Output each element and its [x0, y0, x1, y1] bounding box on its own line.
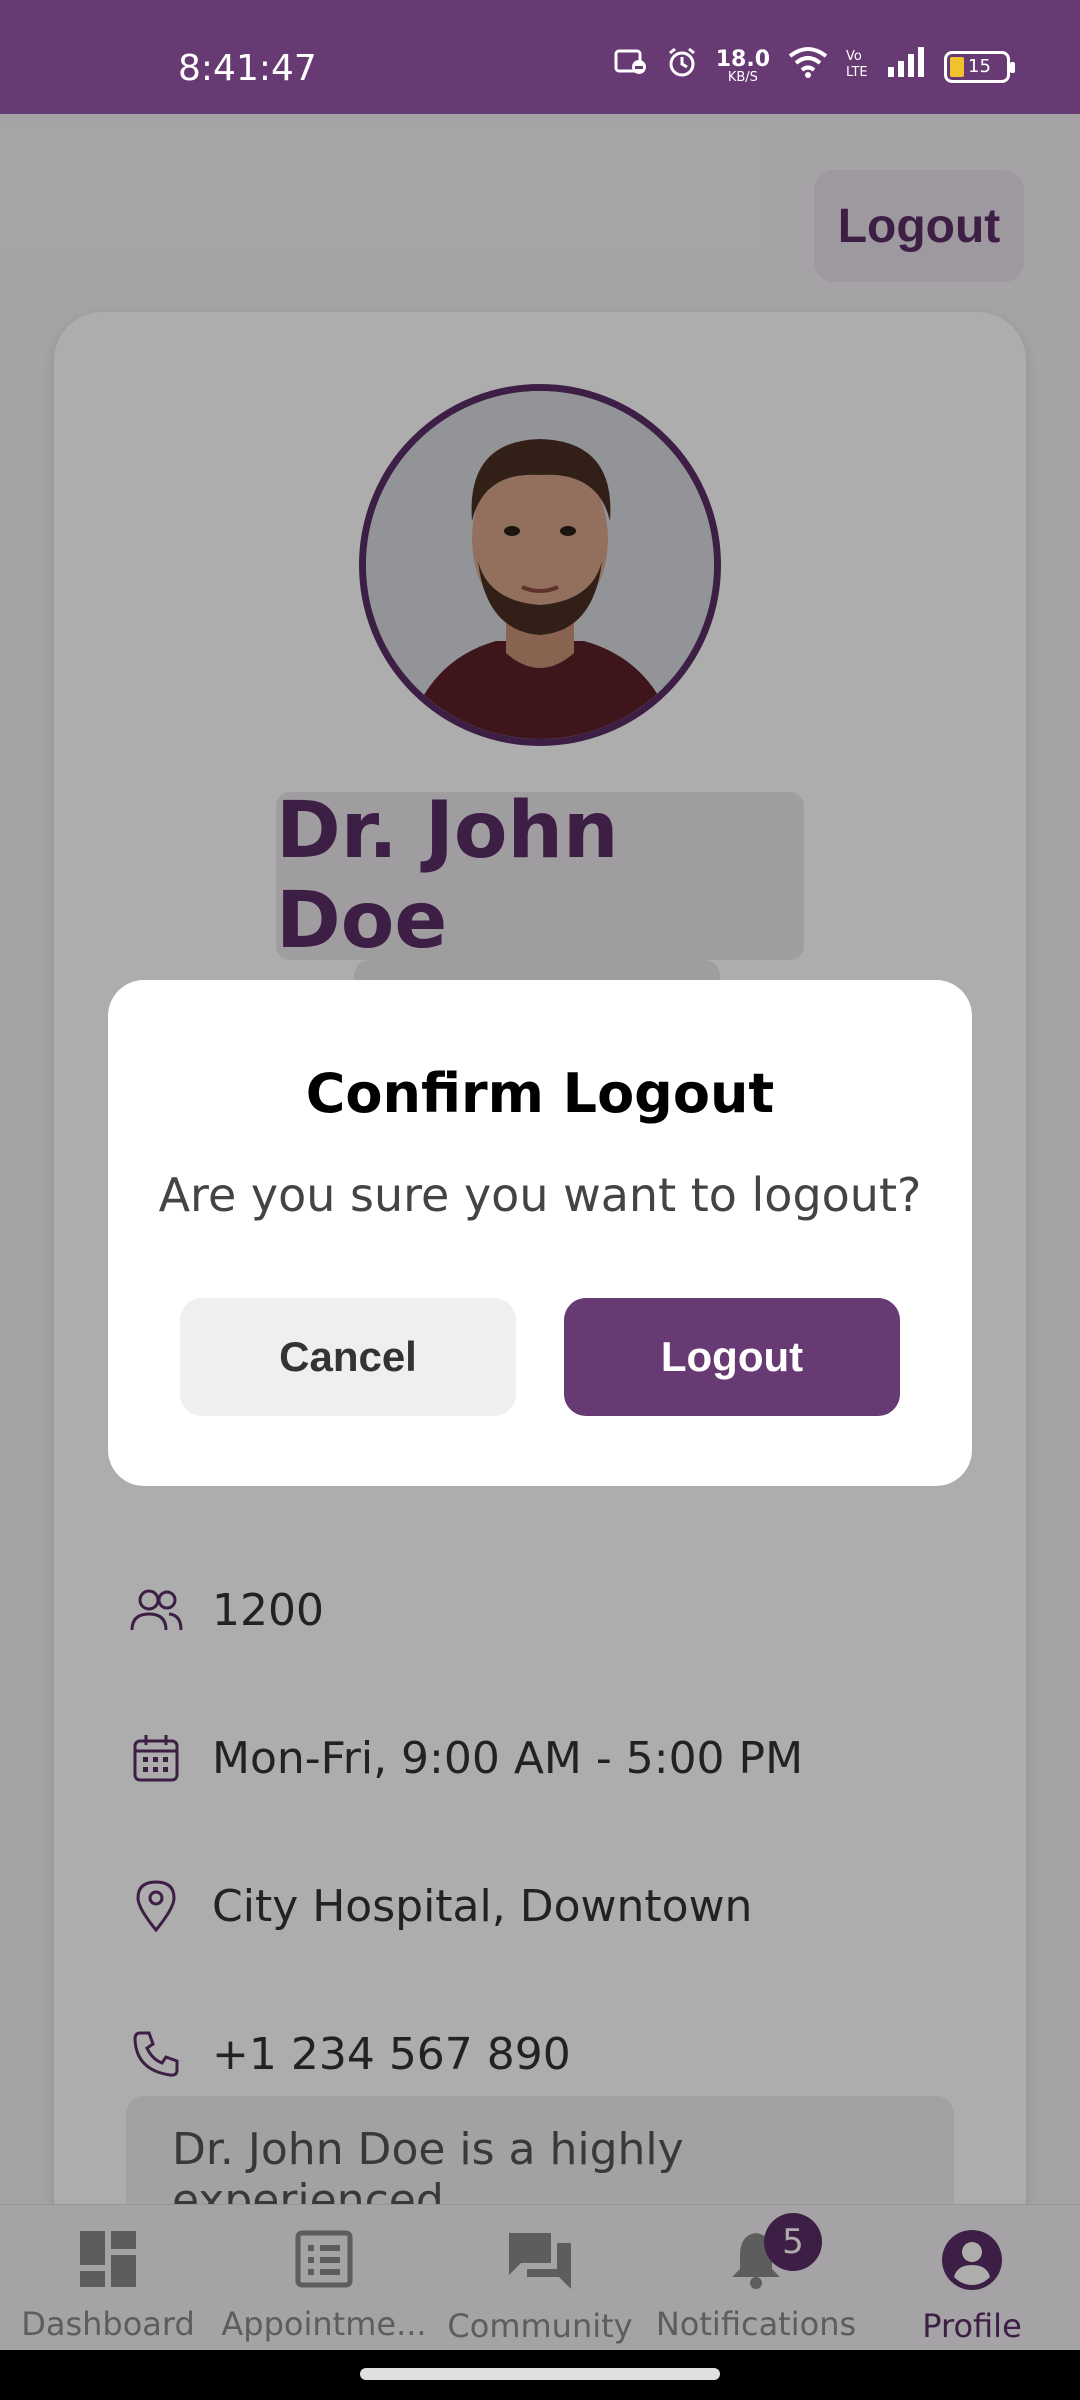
logout-dialog: Confirm Logout Are you sure you want to …: [108, 980, 972, 1486]
status-bar: 8:41:47 18.0 KB/S Vo LTE 15: [0, 0, 1080, 114]
network-speed: 18.0 KB/S: [715, 47, 770, 85]
dialog-title: Confirm Logout: [305, 1062, 775, 1125]
alarm-icon: [666, 46, 698, 87]
signal-icon: [886, 47, 926, 86]
home-gesture-handle[interactable]: [360, 2368, 720, 2380]
svg-text:LTE: LTE: [846, 65, 868, 78]
dialog-message: Are you sure you want to logout?: [158, 1168, 922, 1222]
cancel-button[interactable]: Cancel: [180, 1298, 516, 1416]
status-time: 8:41:47: [178, 48, 317, 89]
confirm-logout-button[interactable]: Logout: [564, 1298, 900, 1416]
volte-icon: Vo LTE: [846, 46, 868, 87]
sim-card-icon: [614, 47, 648, 86]
svg-text:Vo: Vo: [846, 49, 862, 64]
wifi-icon: [788, 46, 828, 87]
gesture-bar: [0, 2350, 1080, 2400]
status-icons: 18.0 KB/S Vo LTE 15: [614, 46, 1015, 87]
battery-icon: 15: [944, 50, 1015, 83]
